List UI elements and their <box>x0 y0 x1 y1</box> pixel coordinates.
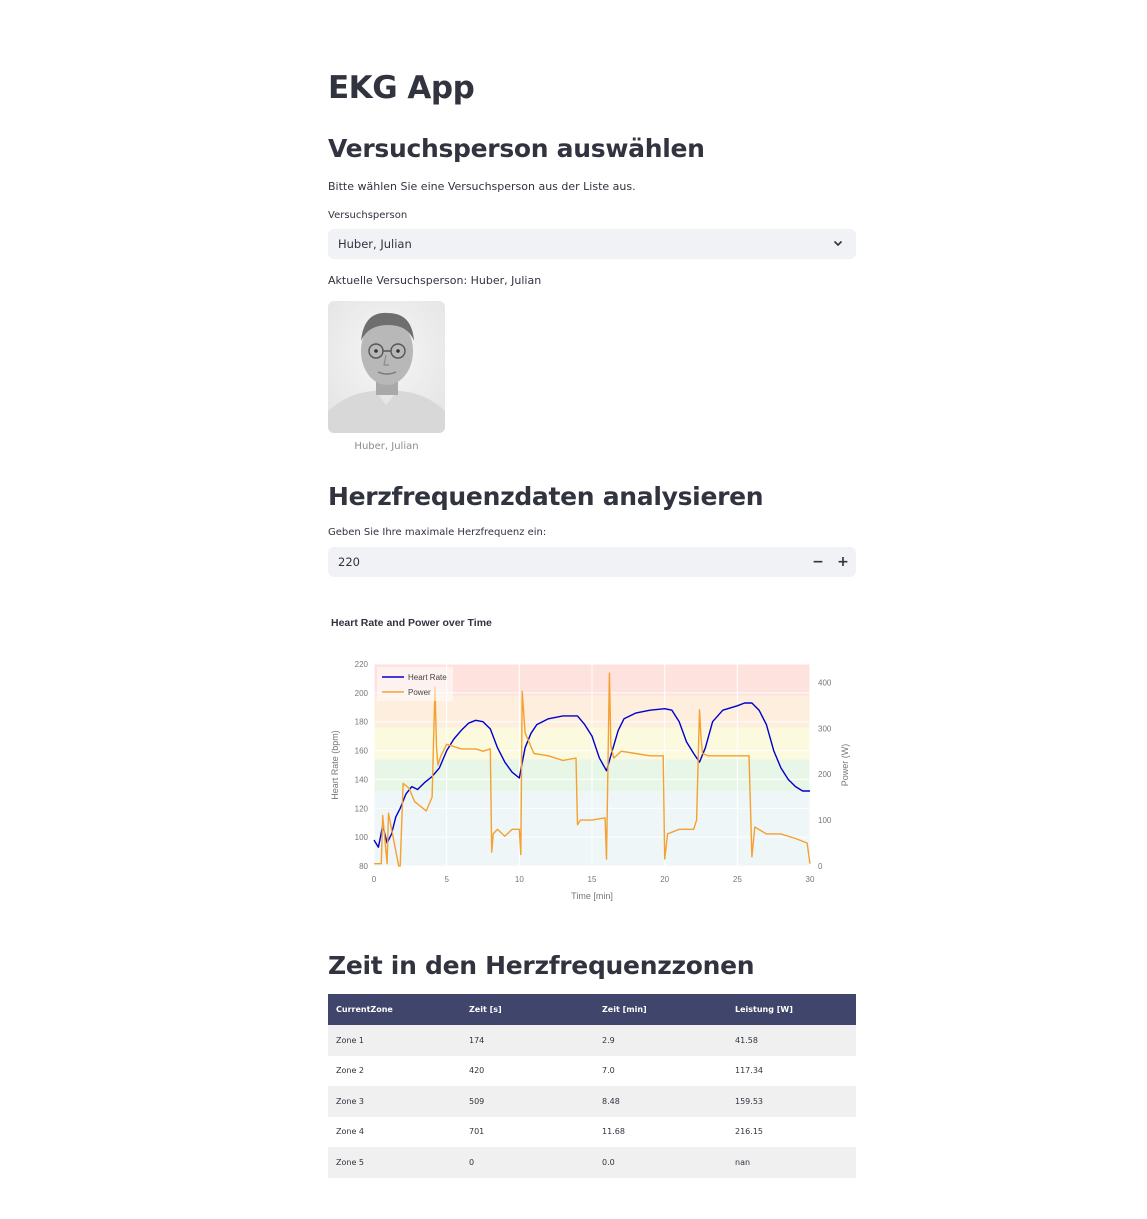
table-row: Zone 5 0 0.0 nan <box>328 1147 856 1178</box>
table-cell: Zone 4 <box>336 1127 364 1137</box>
table-cell: 8.48 <box>594 1086 727 1117</box>
table-cell: 509 <box>461 1086 594 1117</box>
table-row: Zone 3 509 8.48 159.53 <box>328 1086 856 1117</box>
legend-entry: Power <box>408 688 431 697</box>
table-cell: Zone 1 <box>328 1025 461 1056</box>
section-heading-hr: Herzfrequenzdaten analysieren <box>328 482 764 511</box>
y-tick-label: 180 <box>355 718 369 727</box>
y-tick-label: 80 <box>359 862 368 871</box>
table-cell: Zone 2 <box>336 1066 364 1076</box>
instruction-text: Bitte wählen Sie eine Versuchsperson aus… <box>328 180 636 193</box>
chart-title: Heart Rate and Power over Time <box>331 617 492 629</box>
table-cell: 41.58 <box>727 1025 856 1056</box>
y-tick-label: 100 <box>355 833 369 842</box>
photo-caption: Huber, Julian <box>354 441 419 452</box>
table-cell: Zone 5 <box>328 1147 461 1178</box>
table-cell: 2.9 <box>594 1025 727 1056</box>
max-hr-value: 220 <box>338 555 360 569</box>
increment-button[interactable]: + <box>831 547 855 577</box>
y-axis-title: Heart Rate (bpm) <box>330 730 340 800</box>
table-cell: 0 <box>461 1147 594 1178</box>
person-photo <box>328 301 445 433</box>
x-tick-label: 15 <box>588 875 597 884</box>
decrement-button[interactable]: − <box>806 547 830 577</box>
column-header: Zeit [min] <box>594 994 727 1025</box>
current-person-text: Aktuelle Versuchsperson: Huber, Julian <box>328 274 542 287</box>
x-tick-label: 20 <box>660 875 669 884</box>
table-row: Zone 4 701 11.68 216.15 <box>328 1117 856 1148</box>
x-axis-title: Time [min] <box>571 891 613 901</box>
table-cell: 216.15 <box>735 1127 763 1137</box>
table-cell: 117.34 <box>735 1066 763 1076</box>
y2-axis-title: Power (W) <box>840 744 850 787</box>
table-cell: 0.0 <box>594 1147 727 1178</box>
table-row: Zone 2 420 7.0 117.34 <box>328 1056 856 1087</box>
max-hr-label: Geben Sie Ihre maximale Herzfrequenz ein… <box>328 527 547 538</box>
table-header-row: CurrentZone Zeit [s] Zeit [min] Leistung… <box>328 994 856 1025</box>
table-cell: Zone 3 <box>328 1086 461 1117</box>
y-tick-label: 140 <box>355 775 369 784</box>
select-label: Versuchsperson <box>328 210 408 221</box>
chevron-down-icon <box>833 240 843 247</box>
y2-tick-label: 400 <box>818 678 832 687</box>
x-tick-label: 25 <box>733 875 742 884</box>
y2-tick-label: 0 <box>818 862 823 871</box>
table-cell: 420 <box>469 1066 485 1076</box>
y2-tick-label: 300 <box>818 724 832 733</box>
table-cell: 701 <box>469 1127 485 1137</box>
table-cell: nan <box>727 1147 856 1178</box>
person-select-value: Huber, Julian <box>338 237 412 251</box>
table-cell: 7.0 <box>602 1066 615 1076</box>
page-title: EKG App <box>328 70 475 106</box>
table-cell: 11.68 <box>602 1127 625 1137</box>
x-tick-label: 0 <box>372 875 377 884</box>
table-cell: 174 <box>461 1025 594 1056</box>
column-header: CurrentZone <box>328 994 461 1025</box>
table-cell: 159.53 <box>727 1086 856 1117</box>
section-heading-zones: Zeit in den Herzfrequenzzonen <box>328 951 755 980</box>
y-tick-label: 120 <box>355 804 369 813</box>
x-tick-label: 30 <box>806 875 815 884</box>
y-tick-label: 220 <box>355 660 369 669</box>
y2-tick-label: 200 <box>818 770 832 779</box>
section-heading-person: Versuchsperson auswählen <box>328 134 705 163</box>
hr-power-chart-svg: Heart Rate and Power over Time 0 5 10 15 20 2… <box>330 617 850 901</box>
y-tick-label: 160 <box>355 747 369 756</box>
max-hr-input[interactable]: 220 − + <box>328 547 856 577</box>
person-select[interactable]: Huber, Julian <box>328 229 856 259</box>
legend-entry: Heart Rate <box>408 673 447 682</box>
zones-table: CurrentZone Zeit [s] Zeit [min] Leistung… <box>328 994 856 1178</box>
hr-power-chart: Heart Rate and Power over Time 0 5 10 15 20 2… <box>328 610 856 910</box>
table-row: Zone 1 174 2.9 41.58 <box>328 1025 856 1056</box>
x-tick-label: 10 <box>515 875 524 884</box>
column-header: Leistung [W] <box>727 994 856 1025</box>
y-tick-label: 200 <box>355 689 369 698</box>
y2-tick-label: 100 <box>818 816 832 825</box>
x-tick-label: 5 <box>444 875 449 884</box>
column-header: Zeit [s] <box>461 994 594 1025</box>
